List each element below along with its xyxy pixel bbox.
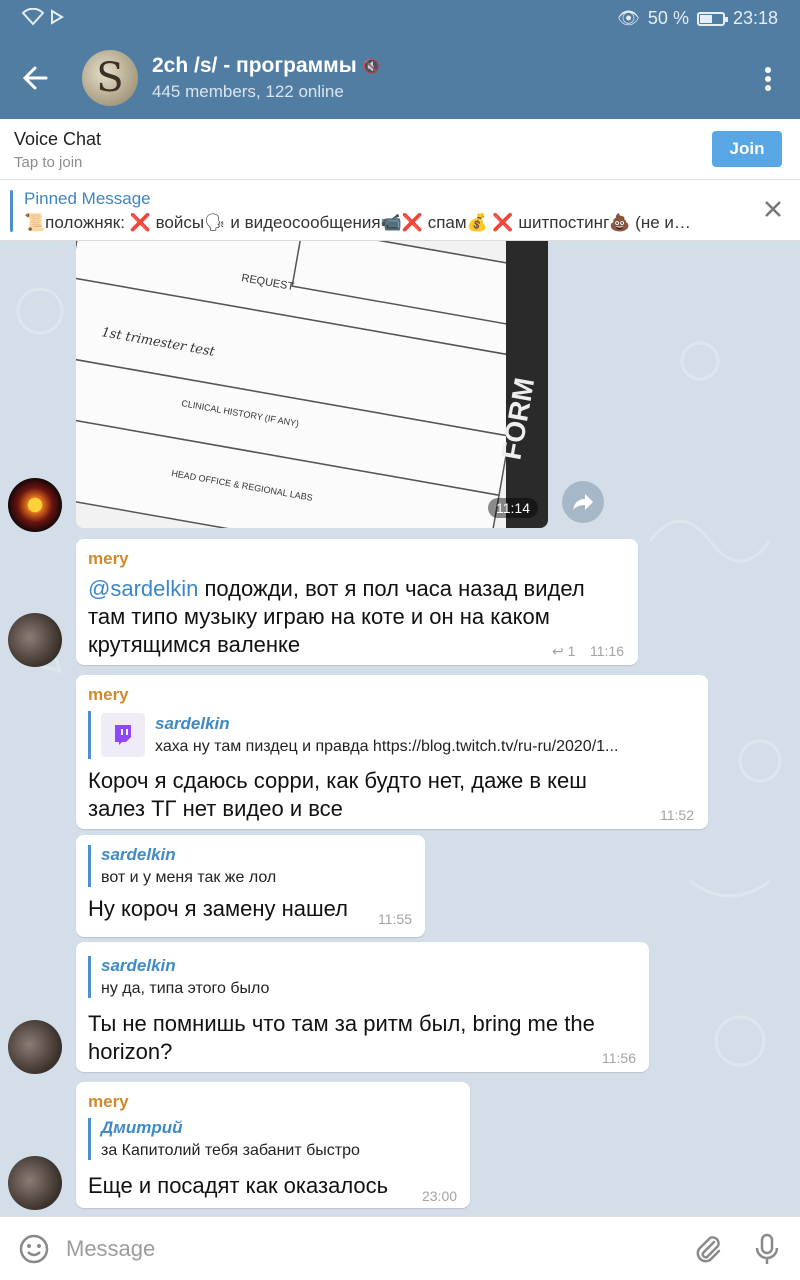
link-preview-title: sardelkin [155,714,230,733]
back-arrow-icon[interactable] [22,60,50,96]
avatar[interactable] [8,1020,62,1074]
mute-icon: 🔇 [362,57,381,74]
group-members-count: 445 members, 122 online [152,82,344,101]
message-line: там типо музыку играю на коте и он на ка… [88,604,550,629]
join-button[interactable]: Join [712,131,782,167]
message-bubble[interactable]: mery sardelkin хаха ну там пиздец и прав… [76,675,708,829]
message-line: подожди, вот я пол часа назад видел [204,576,585,601]
battery-percent: 50 % [647,8,689,28]
link-preview[interactable]: sardelkin хаха ну там пиздец и правда ht… [88,711,696,759]
reply-quote[interactable]: sardelkin ну да, типа этого было [88,956,628,998]
reply-quote[interactable]: Дмитрий за Капитолий тебя забанит быстро [88,1118,458,1160]
replies-number: 1 [567,643,576,659]
message-bubble[interactable]: mery Дмитрий за Капитолий тебя забанит б… [76,1082,470,1208]
avatar[interactable] [8,1156,62,1210]
document-photo: REQUEST 1st trimester test CLINICAL HIST… [76,241,548,528]
pinned-title: Pinned Message [24,189,151,208]
voice-chat-banner[interactable]: Voice Chat Tap to join Join [0,119,800,180]
mention-link[interactable]: @sardelkin [88,576,198,601]
photo-time: 11:14 [488,498,538,518]
photo-message[interactable]: REQUEST 1st trimester test CLINICAL HIST… [76,241,548,528]
message-line: Короч я сдаюсь сорри, как будто нет, даж… [88,768,587,793]
voice-chat-subtitle: Tap to join [14,154,83,171]
message-line: Ты не помнишь что там за ритм был, bring… [88,1011,595,1036]
reply-quote[interactable]: sardelkin вот и у меня так же лол [88,845,408,887]
reply-author: sardelkin [101,956,176,975]
pinned-accent-bar [10,190,13,232]
close-icon[interactable] [764,198,782,224]
eye-icon: 👁 [617,8,640,28]
emoji-icon[interactable] [18,1233,50,1265]
pinned-text: 📜положняк: ❌ войсы🗣 и видеосообщения📹❌ с… [24,213,691,232]
share-icon[interactable] [562,481,604,523]
message-text: @sardelkin подожди, вот я пол часа назад… [88,575,628,659]
play-icon [51,9,64,25]
attach-icon[interactable] [692,1233,724,1265]
microphone-icon[interactable] [752,1233,782,1265]
twitch-icon [101,713,145,757]
group-title[interactable]: 2ch /s/ - программы 🔇 [152,54,380,78]
reply-text: вот и у меня так же лол [101,869,277,886]
avatar[interactable] [8,613,62,667]
message-time: 11:56 [602,1050,636,1066]
message-input-bar [0,1216,800,1280]
message-sender[interactable]: mery [88,685,129,705]
message-time: 23:00 [422,1188,458,1204]
status-bar: 👁 50 % 23:18 [0,0,800,38]
message-sender[interactable]: mery [88,549,129,569]
message-text: Короч я сдаюсь сорри, как будто нет, даж… [88,767,688,823]
message-line: horizon? [88,1039,173,1064]
group-avatar[interactable]: S [82,50,138,106]
battery-icon [696,11,728,26]
message-bubble[interactable]: sardelkin ну да, типа этого было Ты не п… [76,942,649,1072]
clock: 23:18 [732,8,778,28]
chat-area[interactable]: REQUEST 1st trimester test CLINICAL HIST… [0,241,800,1216]
reply-author: Дмитрий [101,1118,183,1137]
message-text: Ну короч я замену нашел [88,896,349,921]
reply-text: ну да, типа этого было [101,980,270,997]
message-sender[interactable]: mery [88,1092,129,1112]
avatar[interactable] [8,478,62,532]
chat-header: S 2ch /s/ - программы 🔇 445 members, 122… [0,38,800,119]
pinned-message-bar[interactable]: Pinned Message 📜положняк: ❌ войсы🗣 и вид… [0,180,800,241]
message-text: Еще и посадят как оказалось [88,1173,389,1198]
message-bubble[interactable]: sardelkin вот и у меня так же лол Ну кор… [76,835,425,937]
reply-author: sardelkin [101,845,176,864]
message-time: 11:55 [378,911,412,927]
voice-chat-title: Voice Chat [14,129,102,149]
message-line: залез ТГ нет видео и все [88,796,343,821]
group-title-text: 2ch /s/ - программы [152,54,357,77]
reply-arrow-icon: ↩ [552,643,564,659]
message-time: 11:52 [660,807,694,823]
link-preview-text: хаха ну там пиздец и правда https://blog… [155,738,619,755]
message-text: Ты не помнишь что там за ритм был, bring… [88,1010,643,1066]
message-time: 11:16 [590,643,624,659]
replies-count[interactable]: ↩ 1 [552,643,575,660]
message-bubble[interactable]: mery @sardelkin подожди, вот я пол часа … [76,539,638,665]
more-vert-icon[interactable] [758,64,778,94]
reply-text: за Капитолий тебя забанит быстро [101,1142,360,1159]
message-input[interactable] [66,1231,666,1267]
message-line: крутящимся валенке [88,632,301,657]
wifi-icon [22,8,44,26]
